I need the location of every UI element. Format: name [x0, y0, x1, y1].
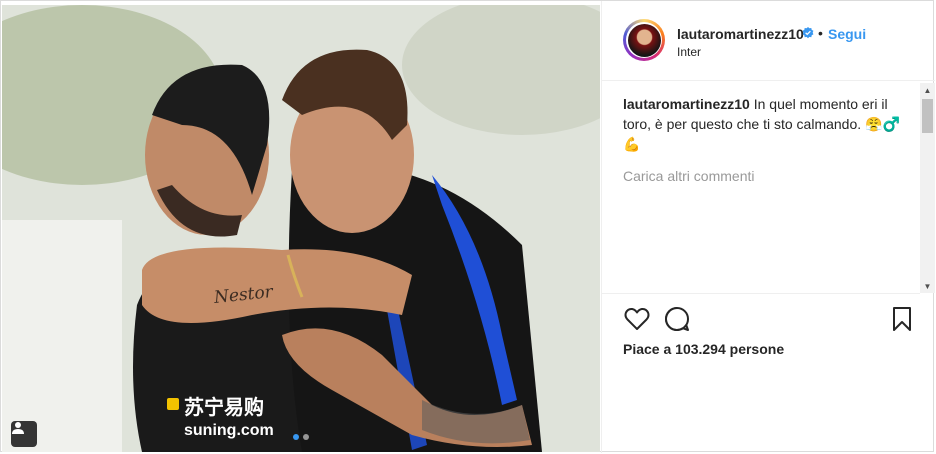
user-tag-icon	[12, 422, 24, 434]
carousel-dot	[303, 434, 309, 440]
post-side-panel: lautaromartinezz10 • Segui Inter lautaro…	[601, 1, 935, 453]
user-tag-button[interactable]	[11, 421, 37, 447]
bookmark-icon[interactable]	[892, 306, 912, 332]
post-photo[interactable]: Nestor 苏宁易购 suning.com	[2, 5, 600, 452]
follow-button[interactable]: Segui	[828, 26, 866, 42]
avatar-image	[627, 23, 661, 57]
caption-username[interactable]: lautaromartinezz10	[623, 96, 750, 112]
likes-count[interactable]: Piace a 103.294 persone	[623, 341, 784, 357]
scroll-up-arrow-icon[interactable]: ▲	[920, 83, 935, 97]
post-header: lautaromartinezz10 • Segui Inter	[602, 1, 935, 81]
scroll-down-arrow-icon[interactable]: ▼	[920, 279, 935, 293]
carousel-dot-active	[293, 434, 299, 440]
username-link[interactable]: lautaromartinezz10	[677, 26, 804, 42]
header-separator: •	[818, 25, 823, 41]
instagram-post: Nestor 苏宁易购 suning.com lautaromartinezz1…	[0, 0, 935, 453]
avatar-ring	[626, 22, 662, 58]
comments-scrollbar[interactable]: ▲ ▼	[920, 83, 935, 293]
location-link[interactable]: Inter	[677, 45, 701, 59]
comments-area: lautaromartinezz10 In quel momento eri i…	[623, 94, 913, 290]
caption: lautaromartinezz10 In quel momento eri i…	[623, 94, 913, 154]
scroll-thumb[interactable]	[922, 99, 933, 133]
verified-badge-icon	[802, 27, 814, 39]
heart-icon[interactable]	[624, 307, 650, 331]
load-more-comments-button[interactable]: Carica altri commenti	[623, 166, 913, 186]
comment-icon[interactable]	[664, 306, 690, 332]
carousel-indicator	[293, 434, 309, 440]
avatar[interactable]	[623, 19, 665, 61]
post-actions	[602, 293, 920, 374]
jersey-sponsor-url: suning.com	[184, 422, 274, 439]
photo-illustration	[2, 5, 600, 452]
jersey-sponsor: 苏宁易购	[184, 397, 264, 419]
